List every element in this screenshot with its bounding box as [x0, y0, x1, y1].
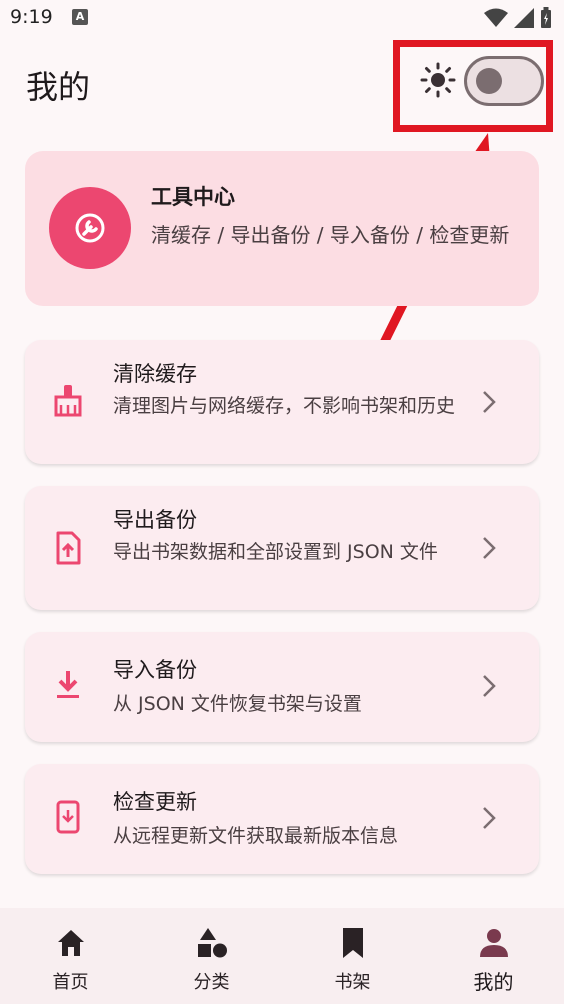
- nav-bookshelf[interactable]: 书架: [282, 908, 423, 1004]
- signal-icon: [514, 8, 534, 28]
- tools-center-description: 清缓存 / 导出备份 / 导入备份 / 检查更新: [151, 223, 510, 247]
- check-update-desc: 从远程更新文件获取最新版本信息: [113, 825, 399, 847]
- clear-cache-desc: 清理图片与网络缓存，不影响书架和历史: [113, 395, 456, 417]
- clear-cache-item[interactable]: 清除缓存 清理图片与网络缓存，不影响书架和历史: [25, 340, 539, 464]
- import-backup-item[interactable]: 导入备份 从 JSON 文件恢复书架与设置: [25, 632, 539, 742]
- export-backup-item[interactable]: 导出备份 导出书架数据和全部设置到 JSON 文件: [25, 486, 539, 610]
- battery-icon: [541, 7, 551, 28]
- chevron-right-icon: [483, 807, 496, 829]
- import-backup-desc: 从 JSON 文件恢复书架与设置: [113, 693, 362, 715]
- bottom-navigation: 首页 分类 书架 我的: [0, 908, 564, 1004]
- person-icon: [480, 929, 508, 957]
- app-notification-icon: A: [72, 9, 88, 25]
- annotation-highlight-box: [393, 40, 553, 132]
- tools-center-title: 工具中心: [151, 185, 235, 209]
- nav-category[interactable]: 分类: [141, 908, 282, 1004]
- phone-update-icon: [56, 800, 80, 834]
- page-title: 我的: [26, 68, 91, 106]
- clear-cache-title: 清除缓存: [113, 362, 197, 386]
- nav-mine-label: 我的: [473, 970, 514, 994]
- import-backup-title: 导入备份: [113, 658, 197, 682]
- file-upload-icon: [56, 531, 81, 565]
- wrench-icon: [75, 213, 105, 243]
- nav-mine[interactable]: 我的: [423, 908, 564, 1004]
- tools-center-card[interactable]: 工具中心 清缓存 / 导出备份 / 导入备份 / 检查更新: [25, 151, 539, 306]
- nav-home[interactable]: 首页: [0, 908, 141, 1004]
- wifi-icon: [484, 8, 508, 27]
- check-update-item[interactable]: 检查更新 从远程更新文件获取最新版本信息: [25, 764, 539, 874]
- export-backup-title: 导出备份: [113, 508, 197, 532]
- status-time: 9:19: [10, 6, 53, 28]
- export-backup-desc: 导出书架数据和全部设置到 JSON 文件: [113, 541, 438, 563]
- home-icon: [58, 930, 84, 956]
- category-icon: [198, 928, 227, 958]
- nav-home-label: 首页: [52, 972, 89, 993]
- chevron-right-icon: [483, 391, 496, 413]
- download-icon: [57, 671, 79, 698]
- nav-category-label: 分类: [193, 972, 230, 993]
- status-bar: 9:19 A: [0, 0, 564, 36]
- check-update-title: 检查更新: [113, 790, 197, 814]
- broom-icon: [54, 385, 82, 417]
- chevron-right-icon: [483, 675, 496, 697]
- nav-bookshelf-label: 书架: [334, 972, 371, 993]
- bookmark-icon: [343, 928, 363, 958]
- tools-icon-badge: [49, 187, 131, 269]
- status-icons: [484, 7, 552, 29]
- chevron-right-icon: [483, 537, 496, 559]
